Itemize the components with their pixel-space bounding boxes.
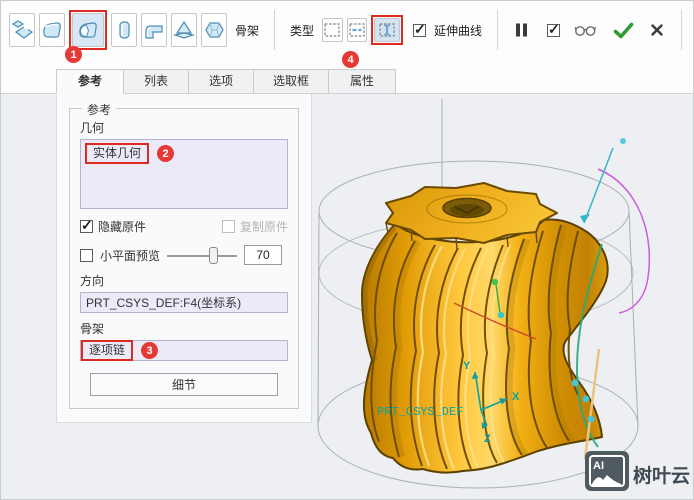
pause-button[interactable] bbox=[509, 22, 535, 38]
toolbar-section-button[interactable] bbox=[171, 13, 197, 47]
watermark-text: 树叶云 bbox=[633, 464, 690, 487]
reference-groupbox: 参考 几何 实体几何 2 隐藏原件 复制原件 小平面预览 bbox=[69, 108, 299, 409]
toolbar-shrinkwrap-button[interactable] bbox=[72, 13, 104, 47]
glasses-icon bbox=[574, 24, 597, 37]
skeleton-label: 骨架 bbox=[80, 320, 288, 337]
elbow-pipe-icon bbox=[142, 18, 166, 42]
groupbox-title: 参考 bbox=[82, 101, 116, 118]
cancel-button[interactable] bbox=[644, 23, 670, 37]
main-toolbar: 骨架 类型 bbox=[1, 1, 693, 53]
axis-z-label: Z bbox=[484, 433, 491, 445]
tab-properties[interactable]: 属性 bbox=[328, 69, 396, 93]
annotation-badge-3: 3 bbox=[141, 342, 158, 359]
axis-y-label: Y bbox=[463, 360, 471, 372]
app-window: 骨架 类型 bbox=[0, 0, 694, 500]
hex-prism-icon bbox=[202, 18, 226, 42]
toolbar-copy-geometry-button[interactable] bbox=[9, 13, 35, 47]
highlight-step1-box bbox=[69, 10, 107, 50]
dashboard-header: 骨架 类型 bbox=[1, 1, 693, 94]
selection-type-vertical-button[interactable] bbox=[374, 18, 400, 42]
type-toolbar-label: 类型 bbox=[290, 22, 314, 39]
toolbar-hex-prism-button[interactable] bbox=[201, 13, 227, 47]
highlight-step4-box bbox=[371, 15, 403, 45]
facet-preview-slider[interactable] bbox=[167, 247, 237, 264]
geometry-collector-list[interactable]: 实体几何 2 bbox=[80, 139, 288, 209]
copy-original-checkbox[interactable] bbox=[222, 220, 235, 233]
solid-slab-icon bbox=[112, 18, 136, 42]
preview-button[interactable] bbox=[568, 24, 603, 37]
facet-preview-label: 小平面预览 bbox=[100, 247, 160, 264]
toolbar-divider bbox=[681, 10, 682, 50]
geometry-item-solid[interactable]: 实体几何 bbox=[85, 143, 149, 164]
dashed-box-hline-icon bbox=[348, 22, 366, 38]
accept-button[interactable] bbox=[607, 22, 640, 39]
toolbar-solidify-button[interactable] bbox=[111, 13, 137, 47]
direction-label: 方向 bbox=[80, 272, 288, 289]
merge-body-icon bbox=[40, 18, 64, 42]
hide-original-checkbox[interactable] bbox=[80, 220, 93, 233]
tab-options[interactable]: 选项 bbox=[188, 69, 254, 93]
copy-original-label: 复制原件 bbox=[240, 218, 288, 235]
details-button[interactable]: 细节 bbox=[90, 373, 277, 396]
verify-checkbox[interactable] bbox=[547, 24, 560, 37]
tab-list[interactable]: 列表 bbox=[123, 69, 189, 93]
shrinkwrap-icon bbox=[76, 18, 100, 42]
dashed-box-vline-icon bbox=[378, 22, 396, 38]
skeleton-value: 逐项链 bbox=[81, 340, 133, 361]
direction-value: PRT_CSYS_DEF:F4(坐标系) bbox=[86, 294, 241, 311]
cancel-x-icon bbox=[650, 23, 664, 37]
direction-field[interactable]: PRT_CSYS_DEF:F4(坐标系) bbox=[80, 292, 288, 313]
tab-reference[interactable]: 参考 bbox=[56, 69, 124, 93]
toolbar-elbow-button[interactable] bbox=[141, 13, 167, 47]
annotation-badge-4: 4 bbox=[342, 51, 359, 68]
facet-preview-value[interactable]: 70 bbox=[244, 245, 282, 265]
annotation-badge-1: 1 bbox=[65, 46, 82, 63]
slider-handle[interactable] bbox=[209, 247, 218, 264]
csys-name-label: PRT_CSYS_DEF bbox=[377, 405, 463, 419]
accept-check-icon bbox=[613, 22, 634, 39]
facet-preview-checkbox[interactable] bbox=[80, 249, 93, 262]
selection-type-horizontal-button[interactable] bbox=[347, 18, 367, 42]
cone-plane-icon bbox=[172, 18, 196, 42]
copy-geometry-icon bbox=[10, 18, 34, 42]
3d-viewport[interactable]: PRT_CSYS_DEF Y X Z AI 树叶云 bbox=[301, 94, 694, 500]
reference-panel: 参考 几何 实体几何 2 隐藏原件 复制原件 小平面预览 bbox=[56, 94, 312, 423]
pause-icon bbox=[515, 22, 529, 38]
dashed-box-icon bbox=[323, 22, 341, 38]
toolbar-divider bbox=[274, 10, 275, 50]
hide-original-label: 隐藏原件 bbox=[98, 218, 146, 235]
slider-track bbox=[167, 255, 237, 257]
watermark: AI 树叶云 bbox=[585, 451, 690, 491]
panel-tab-strip: 参考 列表 选项 选取框 属性 bbox=[56, 69, 395, 93]
extend-curve-checkbox[interactable] bbox=[413, 24, 426, 37]
geometry-label: 几何 bbox=[80, 119, 288, 136]
skeleton-field[interactable]: 逐项链 3 bbox=[80, 340, 288, 361]
annotation-badge-2: 2 bbox=[157, 145, 174, 162]
axis-x-label: X bbox=[512, 391, 520, 403]
watermark-logo: AI bbox=[593, 460, 604, 472]
skeleton-toolbar-label: 骨架 bbox=[235, 22, 259, 39]
tab-selection-box[interactable]: 选取框 bbox=[253, 69, 329, 93]
model-vase[interactable] bbox=[362, 183, 608, 473]
extend-curve-label: 延伸曲线 bbox=[434, 22, 482, 39]
toolbar-divider bbox=[497, 10, 498, 50]
toolbar-merge-button[interactable] bbox=[39, 13, 65, 47]
selection-type-empty-button[interactable] bbox=[322, 18, 342, 42]
